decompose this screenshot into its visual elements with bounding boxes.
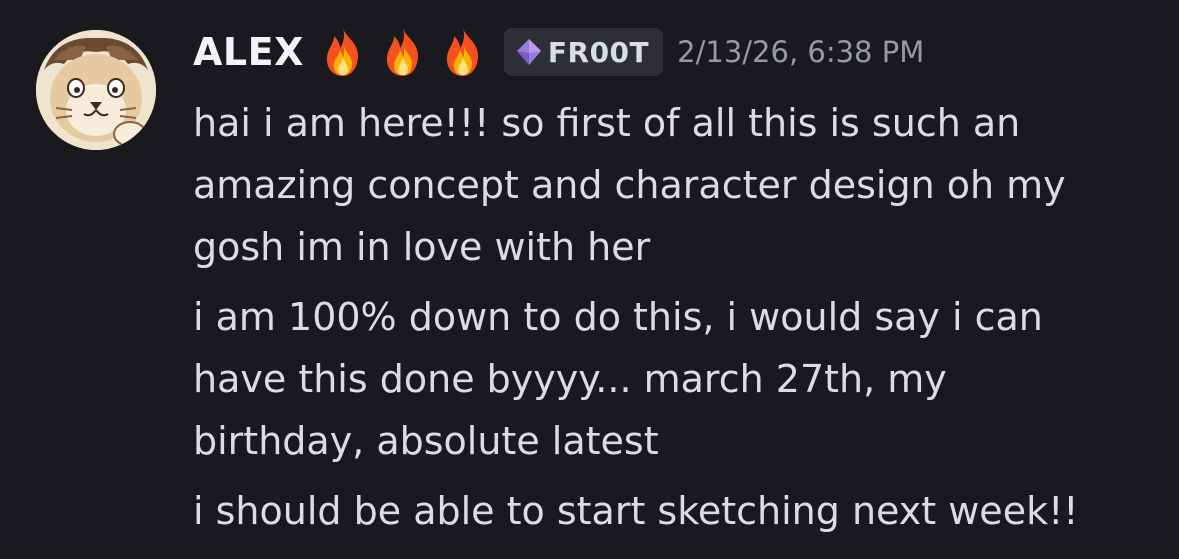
message-line: birthday, absolute latest bbox=[193, 419, 659, 463]
message-paragraph: i am 100% down to do this, i would say i… bbox=[193, 286, 1153, 472]
avatar[interactable] bbox=[36, 30, 156, 150]
message-line: hai i am here!!! so first of all this is… bbox=[193, 101, 1021, 145]
chat-message: ALEX FR00T 2/13/26, 6:38 PM hai i am her… bbox=[0, 0, 1179, 559]
fire-emoji-icon bbox=[378, 26, 428, 78]
message-line: i should be able to start sketching next… bbox=[193, 489, 1079, 533]
message-paragraph: i should be able to start sketching next… bbox=[193, 480, 1153, 542]
message-header: ALEX FR00T 2/13/26, 6:38 PM bbox=[193, 22, 924, 82]
fire-emoji-icon bbox=[438, 26, 488, 78]
username[interactable]: ALEX bbox=[193, 30, 304, 74]
name-decorations bbox=[318, 26, 488, 78]
gem-icon bbox=[516, 39, 541, 65]
message-line: amazing concept and character design oh … bbox=[193, 163, 1066, 207]
server-tag[interactable]: FR00T bbox=[503, 28, 664, 76]
fire-emoji-icon bbox=[318, 26, 368, 78]
avatar-image bbox=[36, 30, 156, 150]
message-line: gosh im in love with her bbox=[193, 225, 651, 269]
message-paragraph: hai i am here!!! so first of all this is… bbox=[193, 92, 1153, 278]
message-timestamp[interactable]: 2/13/26, 6:38 PM bbox=[677, 35, 924, 69]
message-line: i am 100% down to do this, i would say i… bbox=[193, 295, 1043, 339]
message-content: hai i am here!!! so first of all this is… bbox=[193, 92, 1153, 550]
message-line: have this done byyyy... march 27th, my bbox=[193, 357, 947, 401]
server-tag-label: FR00T bbox=[547, 35, 650, 69]
